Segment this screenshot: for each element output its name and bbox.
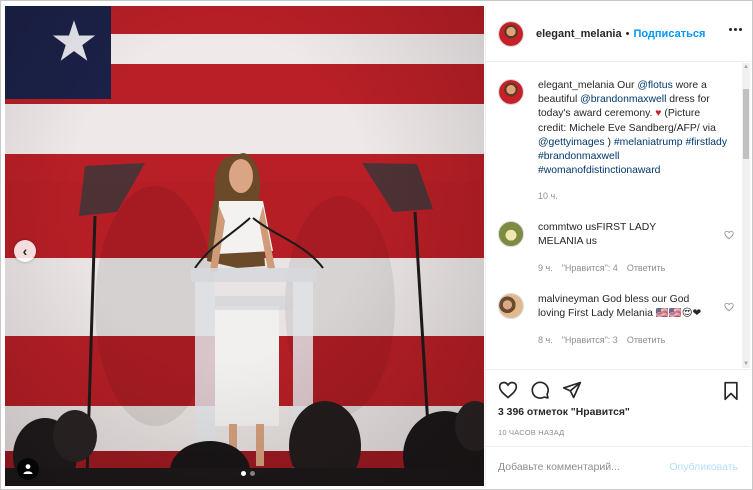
avatar[interactable] xyxy=(498,20,524,47)
comment-username[interactable]: commtwo xyxy=(538,222,582,233)
caption-time: 10 ч. xyxy=(538,191,558,202)
caption-fragment: Our xyxy=(614,80,638,91)
heart-icon[interactable] xyxy=(498,380,518,400)
comment-icon[interactable] xyxy=(530,380,550,400)
scroll-down-icon[interactable]: ▼ xyxy=(743,360,749,368)
comment-meta: 8 ч. "Нравится": 3 Ответить xyxy=(538,335,728,345)
comments-list[interactable]: elegant_melania Our @flotus wore a beaut… xyxy=(486,63,750,368)
avatar[interactable] xyxy=(498,221,524,247)
comment-likes[interactable]: "Нравится": 3 xyxy=(562,335,618,345)
post-photo[interactable]: ‹ xyxy=(5,6,484,486)
follow-button[interactable]: Подписаться xyxy=(633,28,705,40)
post-timestamp[interactable]: 10 ЧАСОВ НАЗАД xyxy=(498,428,564,437)
likes-label: "Нравится" xyxy=(570,407,630,418)
list-item: commtwo usFIRST LADY MELANIA us 9 ч. "Нр… xyxy=(498,221,734,273)
more-options-button[interactable] xyxy=(729,28,742,31)
scroll-up-icon[interactable]: ▲ xyxy=(743,63,749,71)
likes-number: 3 396 отметок xyxy=(498,407,568,418)
user-tag-icon xyxy=(23,464,33,474)
comment-text: commtwo usFIRST LADY MELANIA us xyxy=(538,221,683,249)
heart-icon[interactable] xyxy=(724,230,734,240)
comment-time: 8 ч. xyxy=(538,335,553,346)
vignette xyxy=(5,6,484,486)
scrollbar-thumb[interactable] xyxy=(743,89,749,159)
caption-meta: 10 ч. xyxy=(538,191,728,201)
caption-link[interactable]: @gettyimages xyxy=(538,137,605,148)
caption-link[interactable]: @flotus xyxy=(637,80,672,91)
caption-link[interactable]: #brandonmaxwell xyxy=(538,151,619,162)
caption-link[interactable]: #melaniatrump xyxy=(614,137,683,148)
caption-link[interactable]: #firstlady xyxy=(685,137,727,148)
avatar[interactable] xyxy=(498,79,524,105)
heart-icon[interactable] xyxy=(724,302,734,312)
reply-button[interactable]: Ответить xyxy=(627,263,665,273)
carousel-dot[interactable] xyxy=(241,471,246,476)
comment-time: 9 ч. xyxy=(538,263,553,274)
publish-button[interactable]: Опубликовать xyxy=(669,461,738,473)
caption-link[interactable]: @brandonmaxwell xyxy=(580,94,666,105)
caption-link[interactable]: #womanofdistinctionaward xyxy=(538,165,660,176)
chevron-left-icon: ‹ xyxy=(22,242,28,259)
username-link[interactable]: elegant_melania xyxy=(536,28,622,40)
carousel-prev-button[interactable]: ‹ xyxy=(14,240,36,262)
caption-fragment: ) xyxy=(604,136,614,148)
reply-button[interactable]: Ответить xyxy=(627,335,665,345)
likes-count[interactable]: 3 396 отметок "Нравится" xyxy=(498,407,630,418)
caption-text: elegant_melania Our @flotus wore a beaut… xyxy=(538,79,728,178)
comment-text: malvineyman God bless our God loving Fir… xyxy=(538,293,708,321)
separator: • xyxy=(625,27,630,40)
more-icon xyxy=(729,28,732,31)
post-details-panel: elegant_melania • Подписаться elegant_me… xyxy=(485,6,750,486)
user-tag-button[interactable] xyxy=(17,458,39,480)
caption-username[interactable]: elegant_melania xyxy=(538,80,614,91)
avatar[interactable] xyxy=(498,293,524,319)
comment-username[interactable]: malvineyman xyxy=(538,294,599,305)
share-icon[interactable] xyxy=(562,380,582,400)
bookmark-icon[interactable] xyxy=(722,381,740,401)
comment-likes[interactable]: "Нравится": 4 xyxy=(562,263,618,273)
carousel-dot[interactable] xyxy=(250,471,255,476)
instagram-post-window: ‹ elegant_melania • Подписаться elegant_… xyxy=(0,0,753,490)
add-comment-bar: Опубликовать xyxy=(486,446,750,486)
comments-scrollbar[interactable]: ▲ ▼ xyxy=(742,63,750,368)
comment-meta: 9 ч. "Нравится": 4 Ответить xyxy=(538,263,728,273)
carousel-indicator xyxy=(241,471,255,476)
comment-input[interactable] xyxy=(498,458,648,476)
caption: elegant_melania Our @flotus wore a beaut… xyxy=(498,79,728,201)
post-header: elegant_melania • Подписаться xyxy=(486,6,750,62)
list-item: malvineyman God bless our God loving Fir… xyxy=(498,293,734,345)
